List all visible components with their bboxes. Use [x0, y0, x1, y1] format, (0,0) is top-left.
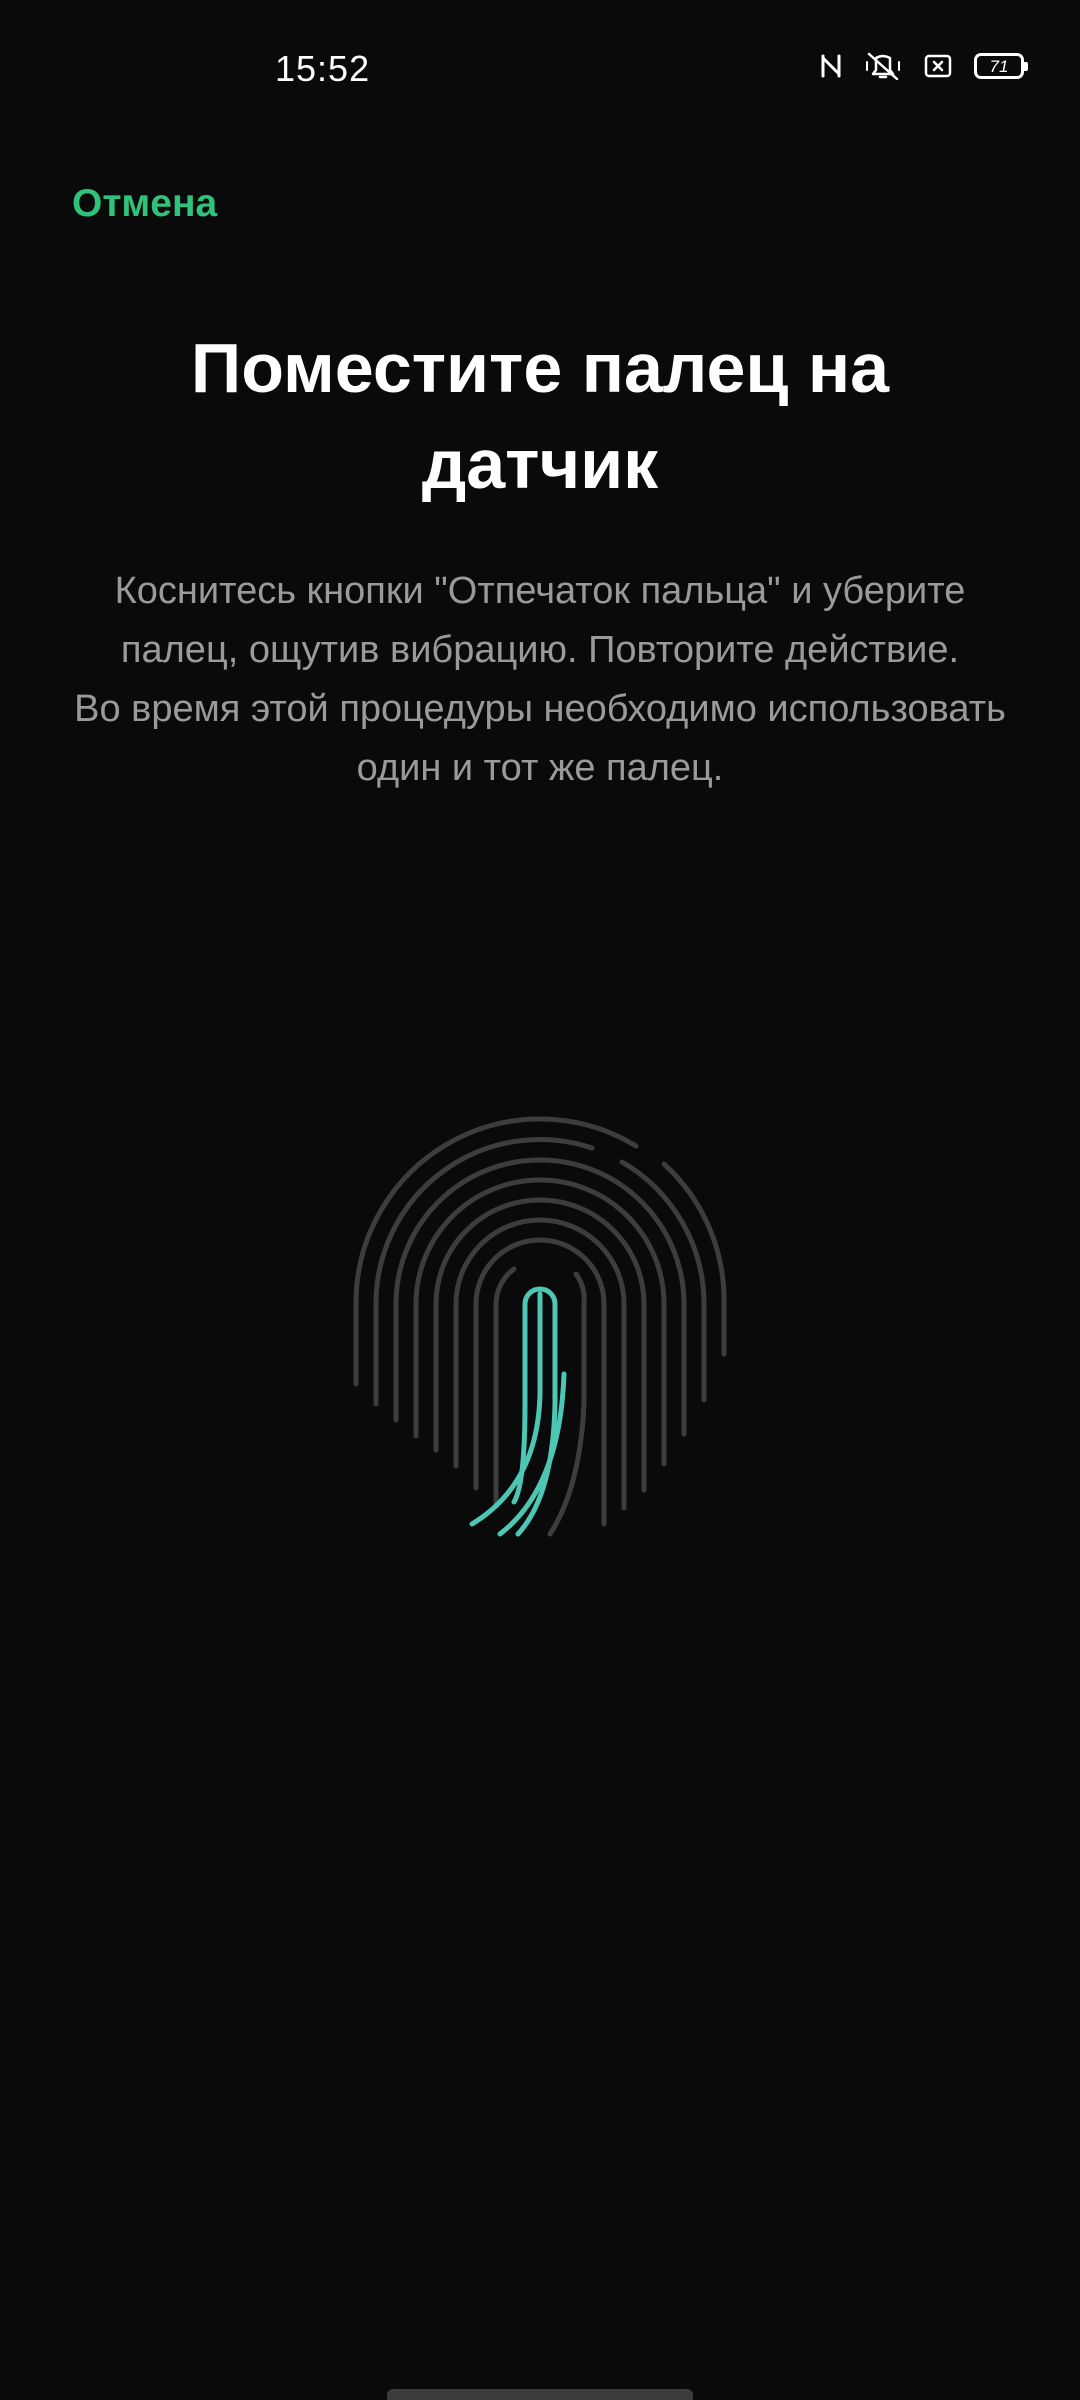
status-icons: 71 — [820, 52, 1028, 80]
battery-icon: 71 — [974, 53, 1028, 79]
nfc-icon — [820, 53, 842, 79]
instruction-text: Коснитесь кнопки "Отпечаток пальца" и уб… — [60, 562, 1020, 798]
cancel-button[interactable]: Отмена — [72, 182, 217, 226]
instruction-note: Во время этой процедуры необходимо испол… — [74, 688, 1006, 789]
home-indicator[interactable] — [387, 2389, 693, 2400]
fingerprint-progress-ridges — [469, 1286, 567, 1537]
status-time: 15:52 — [275, 48, 371, 89]
instruction-paragraph: Коснитесь кнопки "Отпечаток пальца" и уб… — [114, 570, 966, 671]
battery-level: 71 — [989, 56, 1009, 76]
status-bar: 15:52 71 — [0, 0, 1080, 140]
screen-record-icon — [924, 54, 952, 78]
vibrate-muted-icon — [864, 52, 902, 80]
fingerprint-sensor-icon — [353, 1116, 727, 1537]
page-title: Поместите палец на датчик — [190, 329, 890, 503]
